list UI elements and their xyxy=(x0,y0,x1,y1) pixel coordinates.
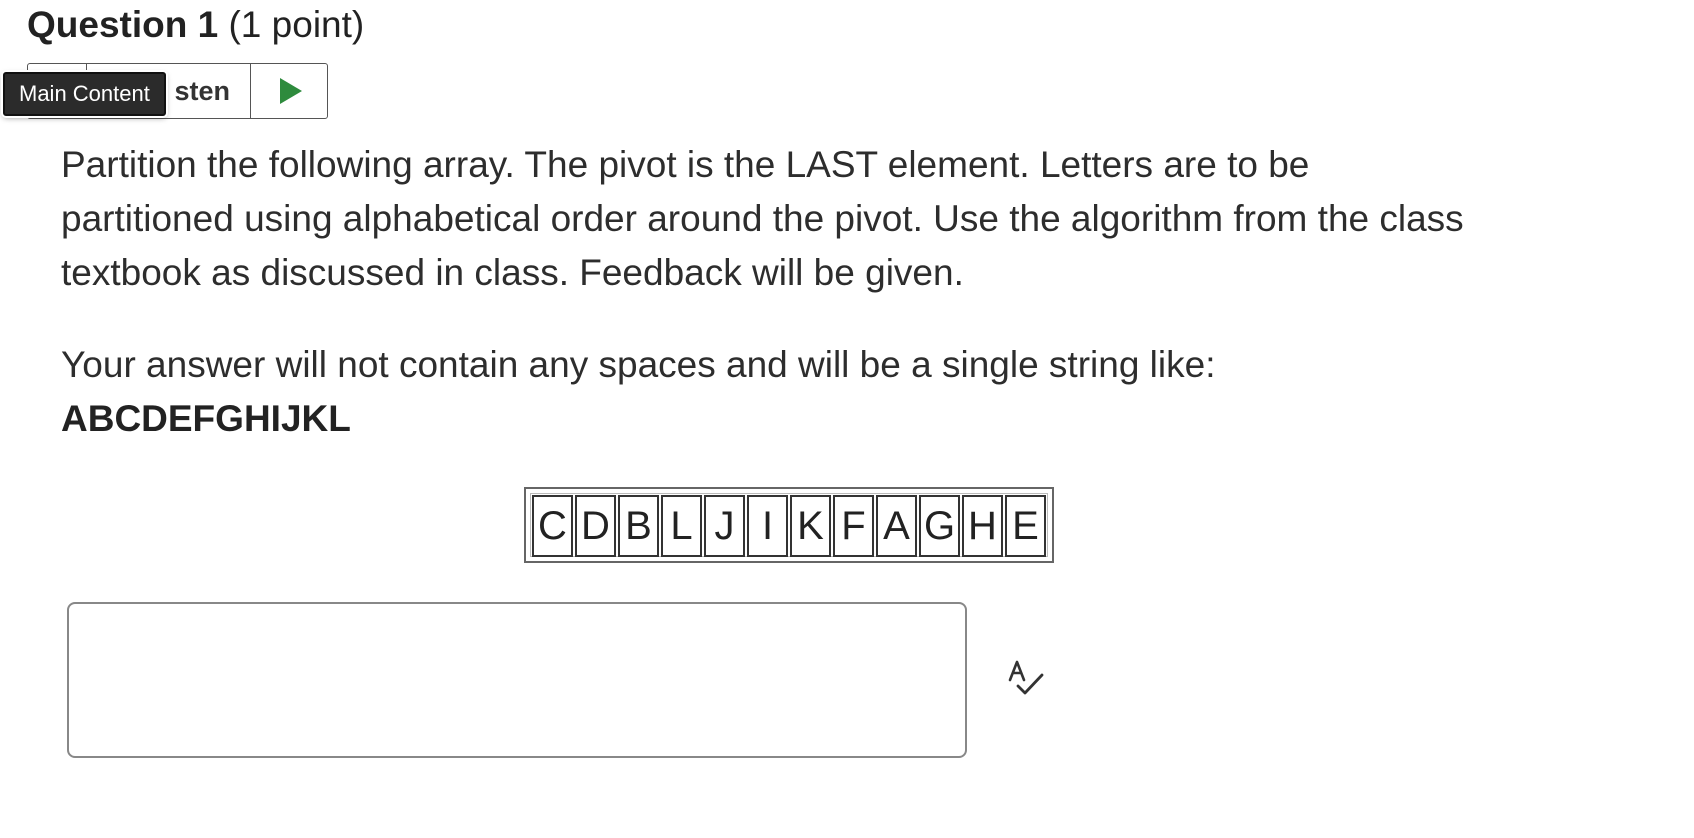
array-cell: A xyxy=(876,495,917,557)
array-cell: H xyxy=(962,495,1003,557)
question-header: Question 1 (1 point) xyxy=(27,2,364,48)
array-cell: B xyxy=(618,495,659,557)
skip-link-label: Main Content xyxy=(19,81,150,106)
listen-label: sten xyxy=(174,75,230,106)
array-cells: CDBLJIKFAGHE xyxy=(530,493,1048,557)
array-cell: J xyxy=(704,495,745,557)
prompt-paragraph-format: Your answer will not contain any spaces … xyxy=(61,344,1216,385)
array-cell: L xyxy=(661,495,702,557)
skip-to-main-content-link[interactable]: Main Content xyxy=(3,72,166,116)
answer-input[interactable] xyxy=(67,602,967,758)
array-image: CDBLJIKFAGHE xyxy=(524,487,1054,563)
spellcheck-icon[interactable] xyxy=(1006,658,1046,698)
array-cell: E xyxy=(1005,495,1046,557)
play-button[interactable] xyxy=(251,64,327,118)
array-cell: F xyxy=(833,495,874,557)
array-cell: D xyxy=(575,495,616,557)
question-prompt: Partition the following array. The pivot… xyxy=(61,138,1481,446)
question-title: Question 1 xyxy=(27,4,219,45)
prompt-example-string: ABCDEFGHIJKL xyxy=(61,398,351,439)
play-icon xyxy=(280,78,302,104)
question-points: (1 point) xyxy=(218,4,365,45)
array-cell: G xyxy=(919,495,960,557)
prompt-paragraph-instructions: Partition the following array. The pivot… xyxy=(61,144,1464,293)
array-cell: C xyxy=(532,495,573,557)
array-cell: K xyxy=(790,495,831,557)
array-cell: I xyxy=(747,495,788,557)
